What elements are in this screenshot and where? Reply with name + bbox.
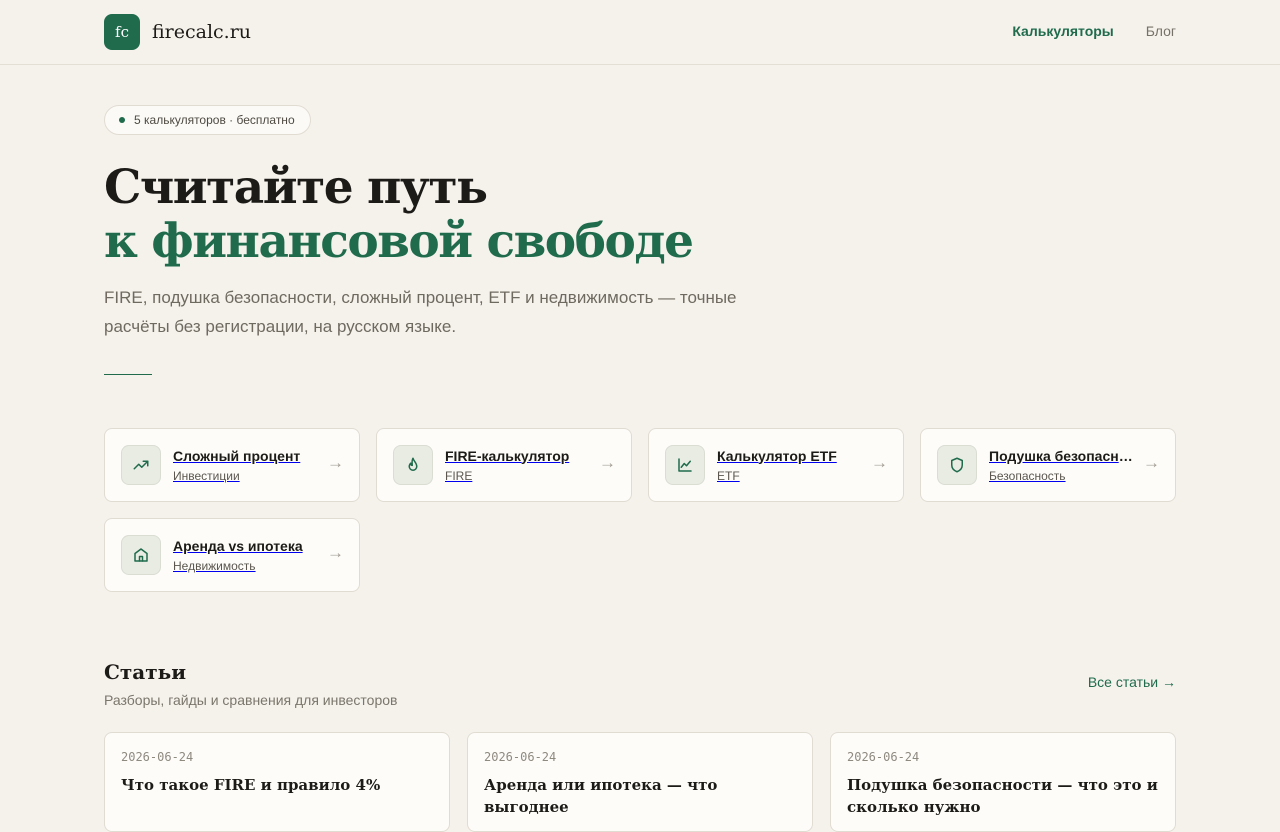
arrow-right-icon: →	[327, 543, 344, 562]
arrow-right-icon: →	[599, 453, 616, 472]
site-header: fc firecalc.ru Калькуляторы Блог	[0, 0, 1280, 65]
calculator-category: Безопасность	[989, 468, 1066, 483]
arrow-right-icon: →	[871, 453, 888, 472]
article-date: 2026-06-24	[121, 750, 194, 764]
calculator-category: FIRE	[445, 468, 473, 483]
badge-label: 5 калькуляторов · бесплатно	[134, 113, 295, 127]
nav-item-calculators[interactable]: Калькуляторы	[1012, 23, 1113, 39]
articles-subtitle: Разборы, гайды и сравнения для инвесторо…	[104, 692, 398, 708]
calculator-category: Недвижимость	[173, 558, 256, 573]
calculator-card-fire[interactable]: FIRE-калькулятор FIRE →	[376, 428, 632, 502]
article-card[interactable]: 2026-06-24 Аренда или ипотека — что выго…	[467, 732, 813, 832]
calculator-card-rent-vs-mortgage[interactable]: Аренда vs ипотека Недвижимость →	[104, 518, 360, 592]
calculator-card-compound-interest[interactable]: Сложный процент Инвестиции →	[104, 428, 360, 502]
nav-item-blog[interactable]: Блог	[1146, 23, 1176, 39]
calculator-category: ETF	[717, 468, 740, 483]
calculator-title: Аренда vs ипотека	[173, 537, 303, 554]
calculator-title: Подушка безопасности	[989, 447, 1139, 464]
calculator-card-emergency-fund[interactable]: Подушка безопасности Безопасность →	[920, 428, 1176, 502]
articles-grid: 2026-06-24 Что такое FIRE и правило 4% 2…	[104, 732, 1176, 832]
calculator-title: Сложный процент	[173, 447, 301, 464]
page-title-line-1: Считайте путь	[104, 160, 488, 215]
shield-icon	[937, 445, 977, 485]
logo-link[interactable]: fc firecalc.ru	[104, 14, 251, 50]
page-title: Считайте путь к финансовой свободе	[104, 161, 1176, 269]
arrow-right-icon: →	[327, 453, 344, 472]
calculator-grid: Сложный процент Инвестиции → FIRE-кальку…	[104, 428, 1176, 592]
articles-header: Статьи Разборы, гайды и сравнения для ин…	[104, 660, 1176, 708]
article-title: Что такое FIRE и правило 4%	[121, 776, 381, 794]
status-dot-icon	[119, 117, 125, 123]
home-icon	[121, 535, 161, 575]
article-date: 2026-06-24	[847, 750, 920, 764]
calculator-title: Калькулятор ETF	[717, 447, 837, 464]
article-card[interactable]: 2026-06-24 Подушка безопасности — что эт…	[830, 732, 1176, 832]
arrow-right-icon: →	[1143, 453, 1160, 472]
calculator-card-etf[interactable]: Калькулятор ETF ETF →	[648, 428, 904, 502]
main-nav: Калькуляторы Блог	[1012, 23, 1176, 39]
calculator-category: Инвестиции	[173, 468, 240, 483]
trending-up-icon	[121, 445, 161, 485]
hero-section: 5 калькуляторов · бесплатно Считайте пут…	[104, 105, 1176, 375]
hero-divider	[104, 374, 152, 375]
article-title: Подушка безопасности — что это и сколько…	[847, 776, 1158, 816]
calculators-count-badge: 5 калькуляторов · бесплатно	[104, 105, 311, 135]
article-title: Аренда или ипотека — что выгоднее	[484, 776, 718, 816]
page-title-line-2: к финансовой свободе	[104, 214, 694, 269]
articles-title: Статьи	[104, 660, 187, 684]
calculator-title: FIRE-калькулятор	[445, 447, 570, 464]
logo-text: firecalc.ru	[152, 21, 252, 43]
article-card[interactable]: 2026-06-24 Что такое FIRE и правило 4%	[104, 732, 450, 832]
all-articles-link[interactable]: Все статьи →	[1088, 674, 1176, 690]
article-date: 2026-06-24	[484, 750, 557, 764]
line-chart-icon	[665, 445, 705, 485]
flame-icon	[393, 445, 433, 485]
hero-subtitle: FIRE, подушка безопасности, сложный проц…	[104, 288, 737, 336]
logo-mark: fc	[104, 14, 140, 50]
